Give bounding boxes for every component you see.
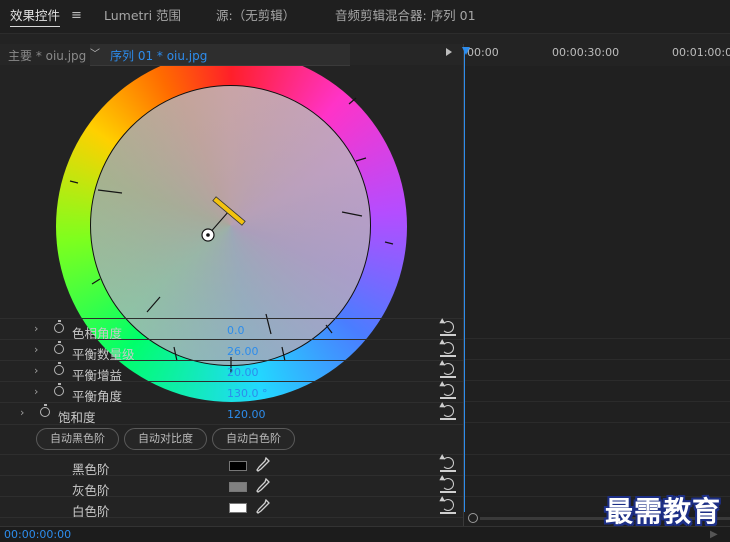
timeline-row-separator: [464, 359, 730, 360]
reset-icon[interactable]: [440, 405, 456, 420]
zoom-scroll-handle[interactable]: [468, 513, 478, 523]
timeline-row-separator: [464, 454, 730, 455]
tab-source[interactable]: 源:（无剪辑）: [216, 0, 295, 33]
watermark-logo: 最需教育: [605, 495, 722, 528]
playhead-handle[interactable]: [462, 47, 470, 55]
wheel-center-dot: [206, 233, 210, 237]
tab-audio-clip-mixer[interactable]: 音频剪辑混合器: 序列 01: [335, 0, 476, 33]
reset-icon[interactable]: [440, 457, 456, 472]
playhead-line[interactable]: [464, 51, 465, 514]
timeline-row-separator: [464, 380, 730, 381]
active-tab-underline: [10, 25, 61, 27]
twirl-arrow-icon[interactable]: ›: [34, 343, 38, 356]
auto-buttons-row: 自动黑色阶 自动对比度 自动白色阶: [0, 424, 463, 455]
wheel-tick: [341, 211, 363, 217]
reset-icon[interactable]: [440, 363, 456, 378]
param-value[interactable]: 0.0: [227, 324, 245, 337]
param-row-hue-angle: › 色相角度 0.0: [0, 318, 463, 341]
timeline-area[interactable]: [464, 66, 730, 512]
param-row-saturation: › 饱和度 120.00: [0, 402, 463, 425]
master-clip-label[interactable]: 主要 * oiu.jpg: [8, 47, 86, 64]
stopwatch-icon[interactable]: [54, 383, 64, 396]
wheel-tick: [91, 278, 101, 285]
wheel-tick: [384, 241, 394, 245]
hamburger-icon[interactable]: ≡: [71, 0, 85, 33]
level-row-white: 白色阶: [0, 496, 463, 519]
eyedropper-icon[interactable]: [256, 457, 270, 473]
tab-audio-clip-mixer-label: 音频剪辑混合器: 序列 01: [335, 8, 476, 23]
reset-icon[interactable]: [440, 384, 456, 399]
twirl-arrow-icon[interactable]: ›: [34, 385, 38, 398]
twirl-arrow-icon[interactable]: ›: [20, 406, 24, 419]
timeline-tick-label: 00:00:30:00: [552, 46, 620, 59]
balance-gain-handle: [212, 196, 246, 226]
eyedropper-icon[interactable]: [256, 499, 270, 515]
sequence-clip-label: 序列 01 * oiu.jpg: [110, 49, 208, 63]
param-row-balance-angle: › 平衡角度 130.0 °: [0, 381, 463, 404]
chevron-down-icon[interactable]: ﹀: [90, 45, 102, 60]
stopwatch-icon[interactable]: [54, 341, 64, 354]
timeline-row-separator: [464, 475, 730, 476]
reset-icon[interactable]: [440, 499, 456, 514]
timeline-tick-label: 00:00: [467, 46, 499, 59]
reset-icon[interactable]: [440, 342, 456, 357]
level-row-black: 黑色阶: [0, 454, 463, 477]
eyedropper-icon[interactable]: [256, 478, 270, 494]
timeline-row-separator: [464, 338, 730, 339]
twirl-arrow-icon[interactable]: ›: [34, 322, 38, 335]
tab-effect-controls[interactable]: 效果控件: [10, 0, 61, 33]
wheel-tick: [97, 189, 123, 194]
twirl-arrow-icon[interactable]: ›: [34, 364, 38, 377]
panel-tab-bar: 效果控件 ≡ Lumetri 范围 源:（无剪辑） 音频剪辑混合器: 序列 01: [0, 0, 730, 34]
timeline-tick-label: 00:01:00:0: [672, 46, 730, 59]
reset-icon[interactable]: [440, 321, 456, 336]
wheel-tick: [348, 97, 357, 105]
auto-contrast-button[interactable]: 自动对比度: [124, 428, 207, 450]
timeline-row-separator: [464, 422, 730, 423]
param-value[interactable]: 20.00: [227, 366, 259, 379]
wheel-tick: [146, 296, 161, 313]
sequence-clip-selector[interactable]: ﹀ 序列 01 * oiu.jpg: [90, 44, 350, 66]
effect-controls-clip-header: 主要 * oiu.jpg ﹀ 序列 01 * oiu.jpg: [0, 44, 463, 66]
tab-source-label: 源:（无剪辑）: [216, 8, 296, 23]
auto-black-level-button[interactable]: 自动黑色阶: [36, 428, 119, 450]
play-only-icon[interactable]: ▶: [710, 529, 718, 540]
stopwatch-icon[interactable]: [54, 362, 64, 375]
current-timecode[interactable]: 00:00:00:00: [4, 528, 71, 541]
reset-icon[interactable]: [440, 478, 456, 493]
white-level-swatch[interactable]: [229, 503, 247, 513]
param-row-balance-magnitude: › 平衡数量级 26.00: [0, 339, 463, 362]
next-row-partial: [0, 517, 463, 526]
show-timeline-arrow-icon[interactable]: [446, 48, 452, 56]
effect-controls-panel: › 色相角度 0.0 › 平衡数量级 26.00 › 平衡增益 20.00 › …: [0, 66, 463, 526]
level-row-gray: 灰色阶: [0, 475, 463, 498]
stopwatch-icon[interactable]: [54, 320, 64, 333]
tab-lumetri-scopes[interactable]: Lumetri 范围: [104, 0, 181, 33]
wheel-tick: [69, 180, 79, 184]
param-value[interactable]: 26.00: [227, 345, 259, 358]
wheel-tick: [355, 157, 367, 162]
stopwatch-icon[interactable]: [40, 404, 50, 417]
param-row-balance-gain: › 平衡增益 20.00: [0, 360, 463, 383]
gray-level-swatch[interactable]: [229, 482, 247, 492]
param-value[interactable]: 120.00: [227, 408, 266, 421]
black-level-swatch[interactable]: [229, 461, 247, 471]
auto-white-level-button[interactable]: 自动白色阶: [212, 428, 295, 450]
timeline-row-separator: [464, 401, 730, 402]
timeline-ruler[interactable]: 00:00 00:00:30:00 00:01:00:0: [464, 44, 730, 66]
param-value[interactable]: 130.0 °: [227, 387, 268, 400]
tab-lumetri-scopes-label: Lumetri 范围: [104, 8, 182, 23]
tab-effect-controls-label: 效果控件: [10, 8, 61, 23]
